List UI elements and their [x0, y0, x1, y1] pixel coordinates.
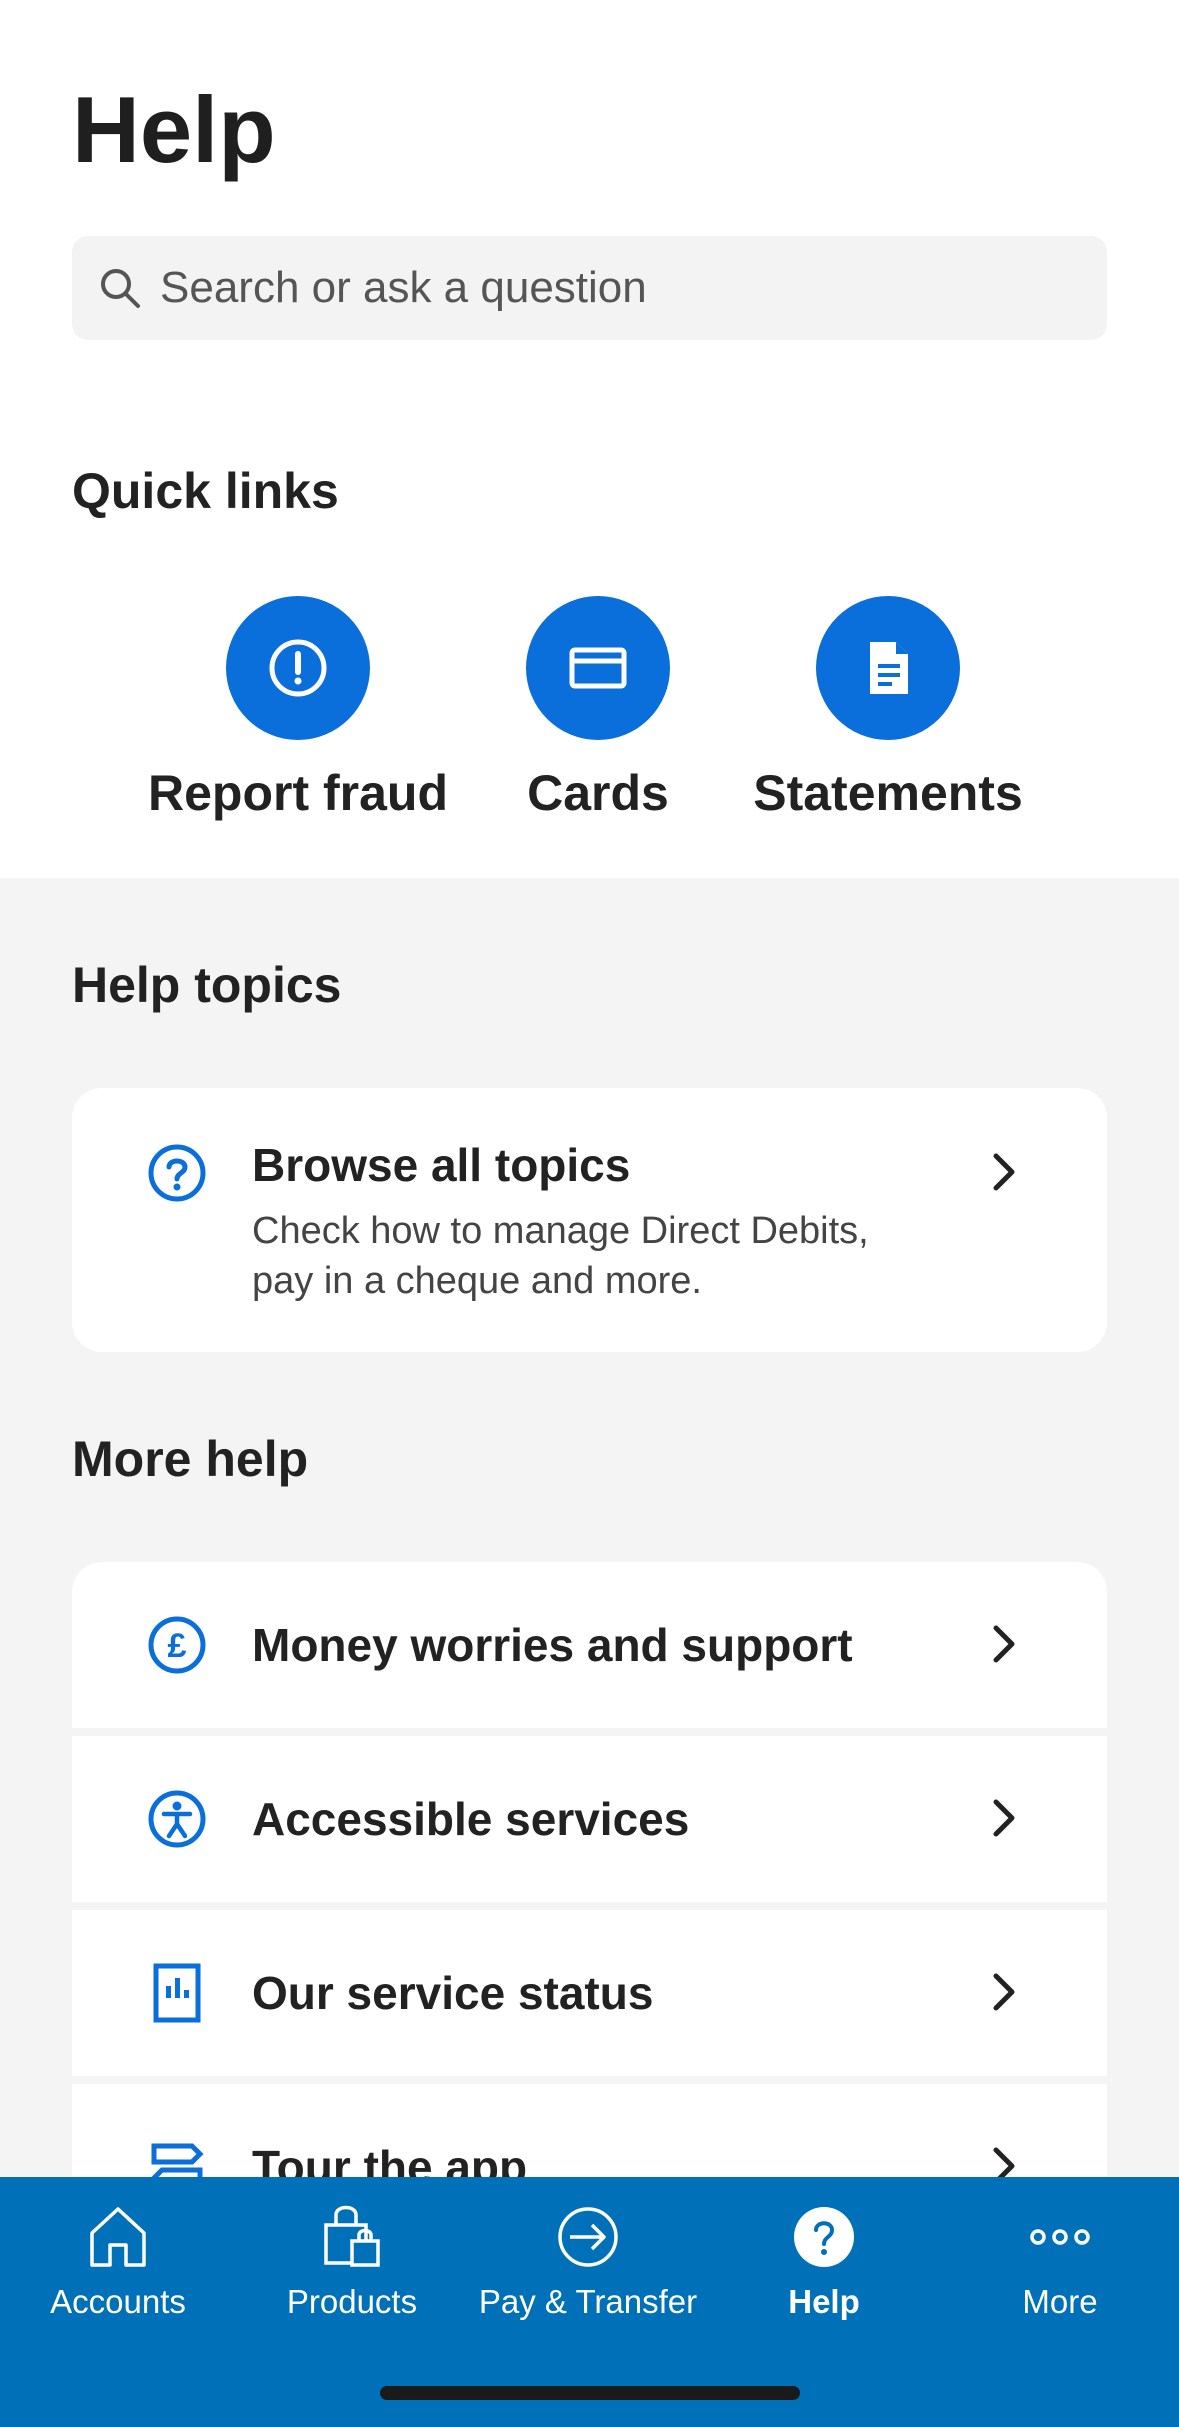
tab-label: Products — [286, 2283, 418, 2320]
list-item-label: Our service status — [252, 1967, 654, 2019]
browse-all-topics-title: Browse all topics — [252, 1139, 631, 1191]
tab-label: Pay & Transfer — [478, 2283, 698, 2320]
quick-link-cards[interactable]: Cards — [448, 596, 748, 822]
home-icon — [90, 2207, 146, 2267]
service-status-icon — [153, 1963, 201, 2023]
report-fraud-button[interactable] — [226, 596, 370, 740]
card-icon — [569, 647, 627, 689]
quick-link-statements[interactable]: Statements — [738, 596, 1038, 822]
quick-link-label: Cards — [527, 765, 669, 821]
document-icon — [870, 642, 908, 694]
tab-products[interactable]: Products — [234, 2177, 470, 2377]
arrow-circle-icon — [558, 2207, 618, 2267]
chevron-right-icon — [993, 1973, 1015, 2011]
svg-text:£: £ — [168, 1627, 187, 1665]
search-placeholder: Search or ask a question — [160, 263, 647, 312]
page-title: Help — [72, 77, 276, 182]
quick-links-heading: Quick links — [72, 463, 339, 519]
tab-label: More — [1022, 2283, 1098, 2320]
help-topics-heading: Help topics — [72, 957, 342, 1013]
tab-accounts[interactable]: Accounts — [0, 2177, 236, 2377]
list-item-service-status[interactable]: Our service status — [72, 1910, 1107, 2076]
top-section: Help Search or ask a question Quick link… — [0, 0, 1179, 878]
tab-label: Accounts — [50, 2283, 186, 2320]
tab-more[interactable]: More — [942, 2177, 1178, 2377]
list-item-label: Money worries and support — [252, 1619, 853, 1671]
help-content-section: Help topics Browse all topics Check how … — [0, 878, 1179, 2250]
list-item-accessible-services[interactable]: Accessible services — [72, 1736, 1107, 1902]
more-dots-icon — [1030, 2229, 1090, 2245]
help-icon — [794, 2207, 854, 2267]
more-help-heading: More help — [72, 1431, 309, 1487]
accessibility-icon — [148, 1790, 206, 1848]
search-icon — [101, 269, 140, 308]
browse-all-topics-subtitle: Check how to manage Direct Debits, pay i… — [252, 1210, 869, 1302]
tab-pay-transfer[interactable]: Pay & Transfer — [470, 2177, 706, 2377]
chevron-right-icon — [993, 1799, 1015, 1837]
quick-link-label: Statements — [753, 765, 1023, 821]
tab-label: Help — [788, 2283, 860, 2320]
quick-link-report-fraud[interactable]: Report fraud — [148, 596, 448, 822]
statements-button[interactable] — [816, 596, 960, 740]
quick-link-label: Report fraud — [148, 765, 448, 821]
exclamation-icon — [269, 639, 327, 697]
question-circle-icon — [148, 1144, 206, 1202]
list-item-label: Accessible services — [252, 1793, 690, 1845]
list-item-money-worries[interactable]: £ Money worries and support — [72, 1562, 1107, 1728]
shopping-bag-icon — [324, 2205, 380, 2267]
browse-all-topics-card[interactable]: Browse all topics Check how to manage Di… — [72, 1088, 1107, 1352]
home-indicator — [380, 2386, 800, 2400]
cards-button[interactable] — [526, 596, 670, 740]
tab-help[interactable]: Help — [706, 2177, 942, 2377]
chevron-right-icon — [993, 1153, 1015, 1191]
search-input[interactable]: Search or ask a question — [72, 236, 1107, 340]
chevron-right-icon — [993, 1625, 1015, 1663]
pound-circle-icon: £ — [148, 1616, 206, 1674]
